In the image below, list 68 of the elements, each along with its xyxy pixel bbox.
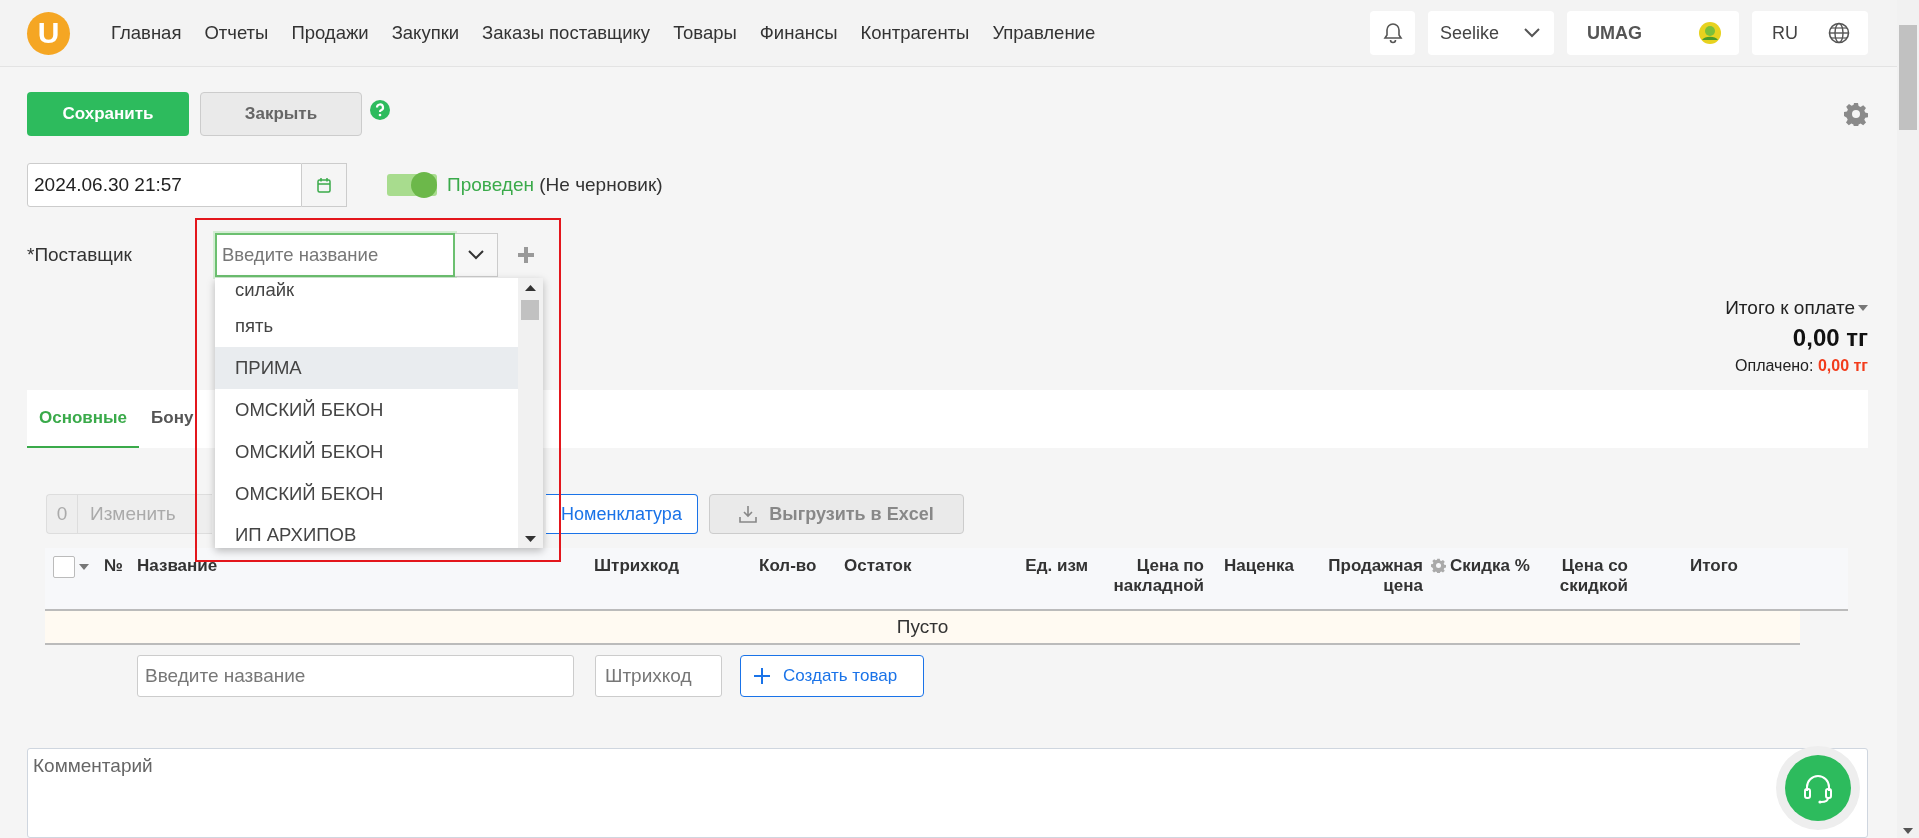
column-header: Скидка %: [1450, 556, 1530, 576]
avatar-icon: [1699, 22, 1721, 44]
plus-icon: [753, 667, 771, 685]
tab[interactable]: Бону: [139, 390, 206, 448]
column-header: Цена по накладной: [1112, 556, 1205, 596]
settings-icon: [1844, 102, 1868, 126]
notifications-button[interactable]: [1370, 11, 1415, 55]
nav-link[interactable]: Продажи: [291, 22, 369, 44]
supplier-label: *Поставщик: [27, 244, 133, 266]
dropdown-option[interactable]: ПРИМА: [215, 347, 518, 389]
posted-toggle[interactable]: [387, 174, 437, 196]
column-header: Штрихкод: [593, 556, 680, 576]
bell-icon: [1382, 22, 1403, 44]
nav-link[interactable]: Заказы поставщику: [482, 22, 651, 44]
paid-amount: Оплачено: 0,00 тг: [1735, 357, 1868, 375]
column-header: Кол-во: [758, 556, 818, 576]
dropdown-option[interactable]: ИП АРХИПОВ: [215, 515, 518, 548]
caret-down-icon: [79, 564, 89, 570]
column-header: Продажная цена: [1327, 556, 1424, 596]
dropdown-option[interactable]: ОМСКИЙ БЕКОН: [215, 473, 518, 515]
nav-link[interactable]: Главная: [111, 22, 182, 44]
calendar-icon: [317, 177, 331, 193]
nav-link[interactable]: Товары: [673, 22, 737, 44]
column-header: Название: [136, 556, 219, 576]
store-menu[interactable]: UMAG: [1567, 11, 1739, 55]
download-icon: [739, 505, 758, 523]
scrollbar[interactable]: [518, 278, 543, 548]
chevron-down-icon: [468, 250, 484, 260]
nomenclature-button[interactable]: Номенклатура: [546, 494, 698, 534]
support-button[interactable]: [1785, 755, 1851, 821]
help-icon: [370, 100, 390, 120]
caret-down-icon: [1858, 305, 1868, 311]
nav-link[interactable]: Управление: [992, 22, 1096, 44]
product-name-field[interactable]: Введите название: [137, 655, 574, 697]
select-all-checkbox[interactable]: [53, 556, 75, 578]
column-header: Ед. изм: [1024, 556, 1089, 576]
nav-link[interactable]: Отчеты: [204, 22, 269, 44]
calendar-button[interactable]: [302, 163, 347, 207]
dropdown-button[interactable]: [455, 233, 498, 277]
column-header: №: [103, 556, 124, 576]
chevron-down-icon: [1524, 28, 1540, 38]
dropdown-option[interactable]: силайк: [215, 278, 518, 305]
dropdown-option[interactable]: ОМСКИЙ БЕКОН: [215, 431, 518, 473]
column-header: Цена со скидкой: [1558, 556, 1629, 596]
account-select[interactable]: Seelike: [1428, 11, 1554, 55]
nav-link[interactable]: Закупки: [391, 22, 460, 44]
date-field[interactable]: 2024.06.30 21:57: [27, 163, 302, 207]
selected-count: 0: [47, 495, 78, 533]
column-header: Итого: [1689, 556, 1739, 576]
barcode-field[interactable]: Штрихкод: [595, 655, 722, 697]
language-select[interactable]: RU: [1752, 11, 1868, 55]
close-button[interactable]: Закрыть: [200, 92, 362, 136]
nav-link[interactable]: Контрагенты: [860, 22, 970, 44]
column-header: Остаток: [843, 556, 913, 576]
supplier-field[interactable]: Введите название: [215, 233, 455, 277]
dropdown-option[interactable]: пять: [215, 305, 518, 347]
nav-link[interactable]: Финансы: [759, 22, 838, 44]
globe-icon: [1828, 22, 1850, 44]
settings-icon: [1431, 558, 1446, 573]
comment-field[interactable]: Комментарий: [27, 748, 1868, 838]
empty-message: Пусто: [45, 611, 1800, 645]
total-label: Итого к оплате: [1725, 297, 1855, 319]
plus-icon: [518, 247, 534, 263]
create-product-button[interactable]: Создать товар: [740, 655, 924, 697]
dropdown-option[interactable]: ОМСКИЙ БЕКОН: [215, 389, 518, 431]
status-text: Проведен (Не черновик): [447, 174, 663, 196]
total-amount: 0,00 тг: [1792, 324, 1868, 352]
column-header: Наценка: [1223, 556, 1295, 576]
